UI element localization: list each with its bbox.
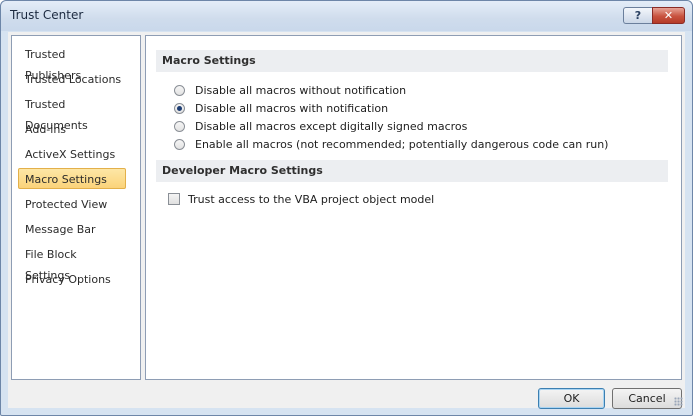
- nav-item-message-bar[interactable]: Message Bar: [18, 218, 126, 239]
- radio-button[interactable]: [174, 138, 185, 150]
- close-button[interactable]: ✕: [652, 7, 685, 24]
- dialog-body: Trusted Publishers Trusted Locations Tru…: [8, 32, 685, 409]
- cancel-button[interactable]: Cancel: [612, 388, 682, 409]
- option-label: Enable all macros (not recommended; pote…: [195, 137, 609, 151]
- nav-item-macro-settings[interactable]: Macro Settings: [18, 168, 126, 189]
- nav-item-activex-settings[interactable]: ActiveX Settings: [18, 143, 126, 164]
- radio-button[interactable]: [174, 84, 185, 96]
- nav-item-trusted-documents[interactable]: Trusted Documents: [18, 93, 126, 132]
- nav-item-privacy-options[interactable]: Privacy Options: [18, 268, 126, 289]
- option-label: Disable all macros without notification: [195, 83, 407, 97]
- macro-settings-header: Macro Settings: [156, 50, 668, 72]
- nav-item-file-block-settings[interactable]: File Block Settings: [18, 243, 126, 282]
- nav-item-protected-view[interactable]: Protected View: [18, 193, 126, 214]
- settings-panel: Macro Settings Disable all macros withou…: [145, 35, 682, 380]
- option-disable-without-notification[interactable]: Disable all macros without notification: [174, 82, 406, 98]
- help-icon: ?: [634, 9, 642, 22]
- nav-item-trusted-publishers[interactable]: Trusted Publishers: [18, 43, 126, 82]
- option-trust-vba-access[interactable]: Trust access to the VBA project object m…: [168, 191, 434, 207]
- resize-grip-icon[interactable]: [674, 397, 683, 406]
- option-enable-all-macros[interactable]: Enable all macros (not recommended; pote…: [174, 136, 608, 152]
- category-nav: Trusted Publishers Trusted Locations Tru…: [11, 35, 141, 380]
- option-label: Disable all macros with notification: [195, 101, 389, 115]
- title-buttons: ? ✕: [623, 7, 685, 24]
- ok-button[interactable]: OK: [538, 388, 605, 409]
- option-label: Disable all macros except digitally sign…: [195, 119, 468, 133]
- developer-macro-settings-header: Developer Macro Settings: [156, 160, 668, 182]
- title-bar[interactable]: Trust Center ? ✕: [1, 1, 692, 31]
- nav-item-add-ins[interactable]: Add-ins: [18, 118, 126, 139]
- close-icon: ✕: [663, 9, 674, 22]
- option-label: Trust access to the VBA project object m…: [188, 192, 435, 206]
- trust-center-dialog: Trust Center ? ✕ Trusted Publishers Trus…: [0, 0, 693, 416]
- checkbox[interactable]: [168, 193, 180, 205]
- radio-button-selected[interactable]: [174, 102, 185, 114]
- help-button[interactable]: ?: [623, 7, 652, 24]
- window-title: Trust Center: [10, 8, 84, 22]
- radio-button[interactable]: [174, 120, 185, 132]
- option-disable-with-notification[interactable]: Disable all macros with notification: [174, 100, 388, 116]
- nav-item-trusted-locations[interactable]: Trusted Locations: [18, 68, 126, 89]
- option-disable-except-signed[interactable]: Disable all macros except digitally sign…: [174, 118, 467, 134]
